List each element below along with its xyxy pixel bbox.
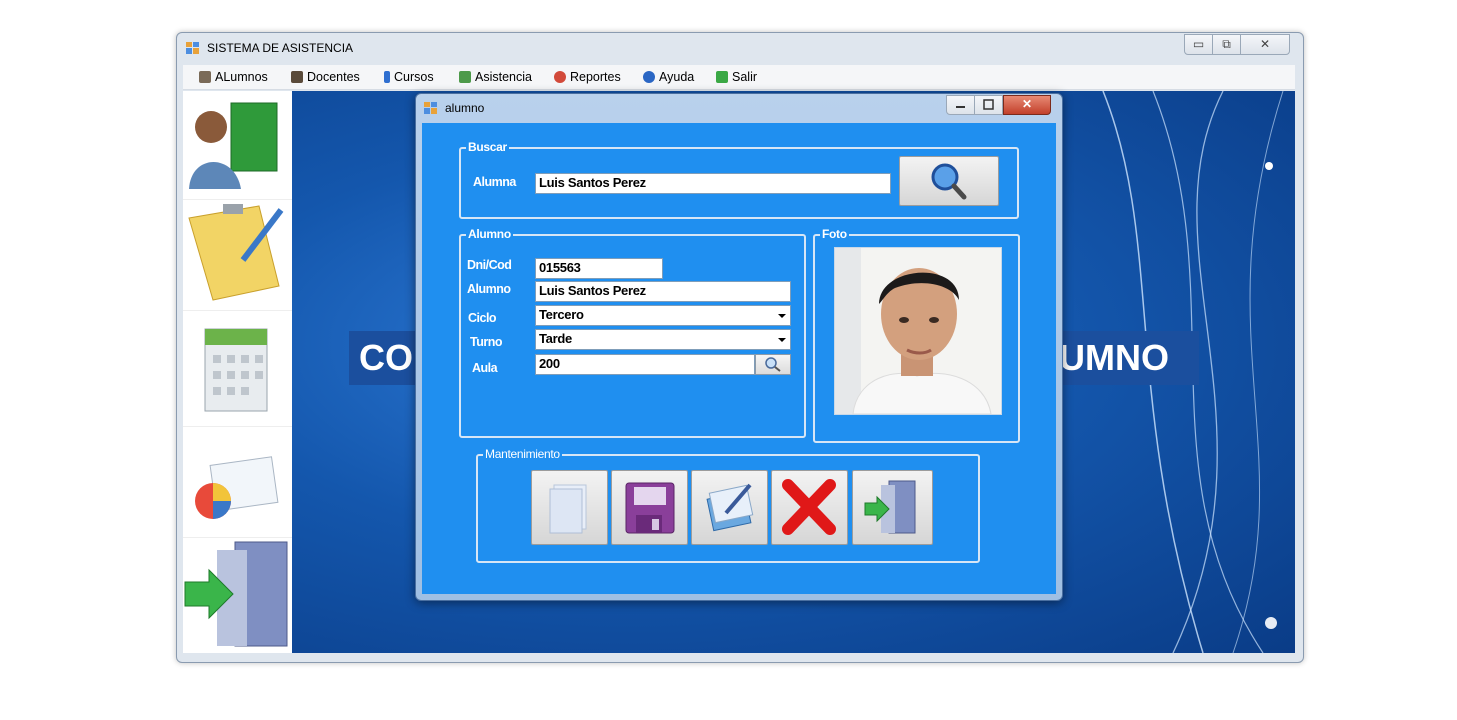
mantenimiento-legend: Mantenimiento [483, 447, 562, 461]
red-x-icon [782, 479, 836, 535]
maximize-button[interactable]: ⧉ [1212, 34, 1241, 55]
chart-report-icon [195, 456, 279, 519]
minimize-button[interactable]: ▭ [1184, 34, 1213, 55]
dialog-minimize-button[interactable] [946, 95, 975, 115]
menu-label: Asistencia [475, 70, 532, 84]
new-button[interactable] [531, 470, 608, 545]
menu-label: Ayuda [659, 70, 695, 84]
dni-input[interactable]: 015563 [535, 258, 663, 279]
dni-label: Dni/Cod [467, 258, 512, 272]
menu-salir[interactable]: Salir [716, 68, 757, 86]
aula-input[interactable]: 200 [535, 354, 755, 375]
dialog-body: Buscar Alumna Luis Santos Perez Alumno D… [422, 123, 1056, 594]
sidebar-reports-button[interactable] [183, 427, 292, 538]
foto-legend: Foto [820, 227, 849, 241]
search-button[interactable] [899, 156, 999, 206]
dialog-maximize-button[interactable] [974, 95, 1003, 115]
menu-bar: ALumnos Docentes Cursos Asistencia Repor… [183, 65, 1295, 90]
menu-label: Docentes [307, 70, 360, 84]
alumno-name-input[interactable]: Luis Santos Perez [535, 281, 791, 302]
minimize-icon [956, 106, 965, 108]
sidebar-notes-button[interactable] [183, 200, 292, 311]
search-icon [765, 357, 781, 372]
sidebar-students-button[interactable] [183, 91, 292, 200]
aula-search-button[interactable] [755, 354, 791, 375]
buscar-input[interactable]: Luis Santos Perez [535, 173, 891, 194]
dialog-close-button[interactable]: ✕ [1003, 95, 1051, 115]
alumno-legend: Alumno [466, 227, 513, 241]
sidebar [183, 91, 292, 653]
student-portrait-image [835, 248, 1001, 414]
turno-label: Turno [470, 335, 502, 349]
ciclo-select[interactable]: Tercero [535, 305, 791, 326]
magnifier-icon [931, 163, 967, 200]
buscar-label: Alumna [473, 175, 516, 189]
aula-label: Aula [472, 361, 498, 375]
alumno-name-label: Alumno [467, 282, 511, 296]
alumno-dialog: alumno ✕ Buscar Alumna Luis Santos Perez… [415, 93, 1063, 601]
new-document-icon [549, 484, 587, 534]
menu-label: Reportes [570, 70, 621, 84]
sidebar-exit-button[interactable] [183, 538, 292, 653]
menu-label: Salir [732, 70, 758, 84]
dialog-title: alumno [445, 101, 485, 115]
menu-reportes[interactable]: Reportes [554, 68, 621, 86]
main-titlebar[interactable]: SISTEMA DE ASISTENCIA ▭ ⧉ ✕ [177, 33, 1303, 63]
dialog-icon [424, 102, 437, 114]
edit-button[interactable] [691, 470, 768, 545]
help-icon [643, 71, 655, 83]
menu-ayuda[interactable]: Ayuda [643, 68, 694, 86]
menu-docentes[interactable]: Docentes [291, 68, 360, 86]
exit-icon [716, 71, 728, 83]
close-button[interactable]: ✕ [1240, 34, 1290, 55]
chevron-down-icon [778, 338, 786, 342]
teachers-icon [291, 71, 303, 83]
menu-asistencia[interactable]: Asistencia [459, 68, 532, 86]
maximize-icon [983, 99, 994, 110]
calendar-icon [204, 328, 268, 412]
chevron-down-icon [778, 314, 786, 318]
save-button[interactable] [611, 470, 688, 545]
exit-door-icon [184, 541, 288, 647]
student-photo [834, 247, 1002, 415]
students-icon [199, 71, 211, 83]
turno-value: Tarde [539, 331, 572, 346]
background-banner-right: UMNO [1059, 331, 1199, 385]
attendance-icon [459, 71, 471, 83]
menu-label: Cursos [394, 70, 434, 84]
ciclo-value: Tercero [539, 307, 584, 322]
sidebar-calendar-button[interactable] [183, 311, 292, 427]
turno-select[interactable]: Tarde [535, 329, 791, 350]
exit-door-icon [864, 480, 916, 534]
clipboard-icon [188, 204, 284, 301]
menu-label: ALumnos [215, 70, 268, 84]
reports-icon [554, 71, 566, 83]
edit-document-icon [706, 483, 754, 532]
menu-alumnos[interactable]: ALumnos [199, 68, 268, 86]
ciclo-label: Ciclo [468, 311, 497, 325]
buscar-legend: Buscar [466, 140, 509, 154]
window-title: SISTEMA DE ASISTENCIA [207, 41, 354, 55]
exit-button[interactable] [852, 470, 933, 545]
student-with-book-icon [189, 102, 278, 189]
delete-button[interactable] [771, 470, 848, 545]
book-icon [384, 71, 390, 83]
menu-cursos[interactable]: Cursos [384, 68, 434, 86]
floppy-disk-icon [625, 482, 675, 534]
app-icon [186, 42, 199, 54]
